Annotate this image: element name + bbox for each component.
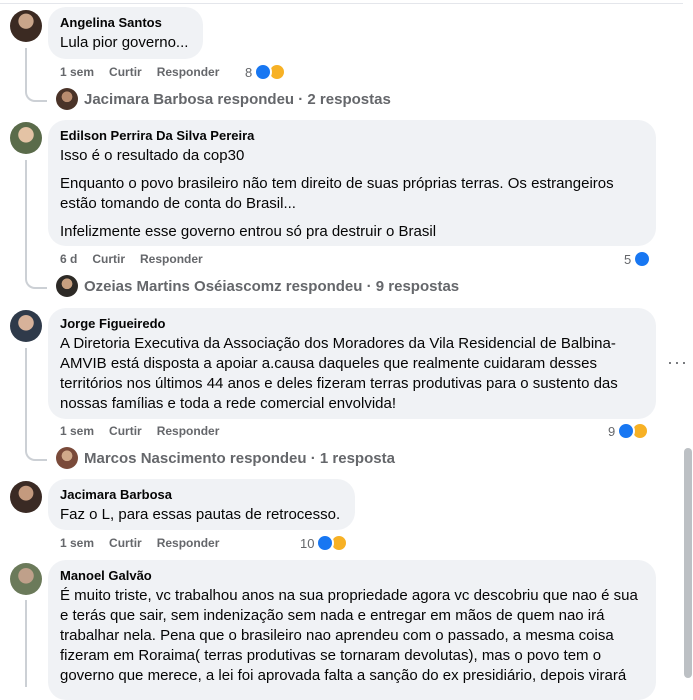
scrollbar[interactable]	[684, 448, 692, 678]
comment-text: Enquanto o povo brasileiro não tem direi…	[60, 175, 614, 212]
avatar[interactable]	[10, 122, 42, 154]
replies-text: Marcos Nascimento respondeu · 1 resposta	[84, 449, 395, 467]
view-replies-link[interactable]: Marcos Nascimento respondeu · 1 resposta	[56, 447, 395, 469]
comment-bubble: Jacimara Barbosa Faz o L, para essas pau…	[48, 479, 355, 530]
reaction-summary[interactable]: 8	[245, 63, 287, 81]
comment-text: Lula pior governo...	[60, 34, 189, 51]
view-replies-link[interactable]: Ozeias Martins Oséiascomz respondeu · 9 …	[56, 275, 459, 297]
comment-time[interactable]: 6 d	[60, 251, 77, 267]
reply-button[interactable]: Responder	[157, 423, 220, 439]
comment-author[interactable]: Manoel Galvão	[60, 568, 644, 584]
avatar[interactable]	[10, 10, 42, 42]
comment-author[interactable]: Jorge Figueiredo	[60, 316, 644, 332]
replies-text: Ozeias Martins Oséiascomz respondeu · 9 …	[84, 277, 460, 295]
comment-bubble: Angelina Santos Lula pior governo...	[48, 7, 203, 59]
reply-avatar	[56, 447, 78, 469]
like-button[interactable]: Curtir	[92, 251, 125, 267]
comment-text: É muito triste, vc trabalhou anos na sua…	[60, 587, 638, 684]
more-options-icon[interactable]: ···	[667, 352, 688, 373]
thread-connector	[25, 600, 27, 687]
comment-actions: 1 sem Curtir Responder	[60, 64, 234, 80]
reaction-summary[interactable]: 10	[300, 534, 349, 552]
comment-bubble: Edilson Perrira Da Silva Pereira Isso é …	[48, 120, 656, 246]
comment-text: Faz o L, para essas pautas de retrocesso…	[60, 506, 341, 523]
reaction-count: 10	[300, 535, 315, 551]
comment-bubble: Manoel Galvão É muito triste, vc trabalh…	[48, 560, 656, 700]
comment-author[interactable]: Edilson Perrira Da Silva Pereira	[60, 128, 644, 144]
thread-connector	[25, 48, 47, 102]
reaction-count: 8	[245, 64, 253, 80]
comment-text: Infelizmente esse governo entrou só pra …	[60, 223, 437, 240]
reaction-count: 9	[608, 423, 616, 439]
like-icon	[254, 63, 273, 81]
like-icon	[633, 250, 652, 268]
avatar[interactable]	[10, 563, 42, 595]
replies-text: Jacimara Barbosa respondeu · 2 respostas	[84, 90, 391, 108]
top-divider	[0, 0, 683, 4]
like-button[interactable]: Curtir	[109, 535, 142, 551]
avatar[interactable]	[10, 310, 42, 342]
comment-text: A Diretoria Executiva da Associação dos …	[60, 335, 618, 412]
comment-actions: 1 sem Curtir Responder	[60, 423, 234, 439]
comment-author[interactable]: Jacimara Barbosa	[60, 487, 343, 503]
reply-button[interactable]: Responder	[157, 64, 220, 80]
reaction-summary[interactable]: 9	[608, 422, 650, 440]
comment-time[interactable]: 1 sem	[60, 535, 94, 551]
like-button[interactable]: Curtir	[109, 64, 142, 80]
comment-time[interactable]: 1 sem	[60, 423, 94, 439]
avatar[interactable]	[10, 481, 42, 513]
comment-actions: 1 sem Curtir Responder	[60, 535, 234, 551]
comment-bubble: Jorge Figueiredo A Diretoria Executiva d…	[48, 308, 656, 419]
reaction-summary[interactable]: 5	[624, 250, 652, 268]
comment-time[interactable]: 1 sem	[60, 64, 94, 80]
comment-actions: 6 d Curtir Responder	[60, 251, 218, 267]
reply-avatar	[56, 275, 78, 297]
reply-button[interactable]: Responder	[140, 251, 203, 267]
reply-button[interactable]: Responder	[157, 535, 220, 551]
thread-connector	[25, 348, 47, 461]
comment-text: Isso é o resultado da cop30	[60, 147, 245, 164]
comment-author[interactable]: Angelina Santos	[60, 15, 191, 31]
like-button[interactable]: Curtir	[109, 423, 142, 439]
reaction-count: 5	[624, 251, 632, 267]
like-icon	[617, 422, 636, 440]
thread-connector	[25, 160, 47, 289]
reply-avatar	[56, 88, 78, 110]
view-replies-link[interactable]: Jacimara Barbosa respondeu · 2 respostas	[56, 88, 391, 110]
